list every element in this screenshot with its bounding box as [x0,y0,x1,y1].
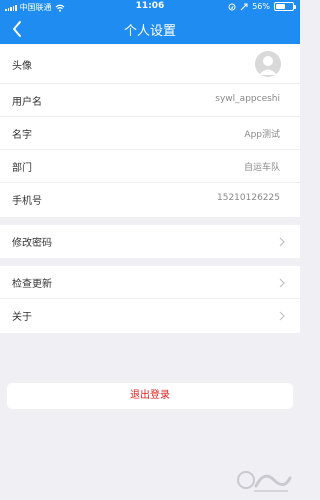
battery-icon [274,2,296,11]
change-password-row[interactable]: 修改密码 [0,225,300,258]
status-bar: 中国联通 11:06 56% [0,0,300,14]
profile-group: 头像 用户名 sywl_appceshi 名字 App测试 部门 自运车队 手机… [0,44,300,217]
avatar[interactable] [255,51,281,77]
avatar-row[interactable]: 头像 [0,44,300,84]
logout-button[interactable]: 退出登录 [7,383,293,409]
alarm-icon [240,3,248,10]
username-row: 用户名 sywl_appceshi [0,84,300,117]
name-value: App测试 [244,130,280,140]
department-label: 部门 [12,163,32,174]
change-password-label: 修改密码 [12,238,52,249]
name-label: 名字 [12,130,32,141]
chevron-right-icon [279,278,285,288]
username-label: 用户名 [12,97,42,108]
check-update-label: 检查更新 [12,279,52,290]
about-row[interactable]: 关于 [0,299,300,332]
phone-value: 15210126225 [217,193,280,203]
password-group: 修改密码 [0,225,300,258]
chevron-right-icon [279,237,285,247]
department-row: 部门 自运车队 [0,150,300,183]
watermark-logo [237,471,292,492]
about-label: 关于 [12,312,32,323]
username-value: sywl_appceshi [215,94,280,104]
location-icon [228,3,236,10]
chevron-right-icon [279,311,285,321]
person-icon [259,56,277,75]
avatar-label: 头像 [12,61,32,72]
navigation-bar: 个人设置 [0,14,300,44]
logout-label: 退出登录 [130,390,170,401]
phone-row: 手机号 15210126225 [0,183,300,216]
app-header: 中国联通 11:06 56% 个人设置 [0,0,300,44]
phone-label: 手机号 [12,196,42,207]
department-value: 自运车队 [243,163,280,173]
battery-text: 56% [252,2,270,11]
info-group: 检查更新 关于 [0,266,300,333]
name-row: 名字 App测试 [0,117,300,150]
check-update-row[interactable]: 检查更新 [0,266,300,299]
page-title: 个人设置 [123,24,176,39]
